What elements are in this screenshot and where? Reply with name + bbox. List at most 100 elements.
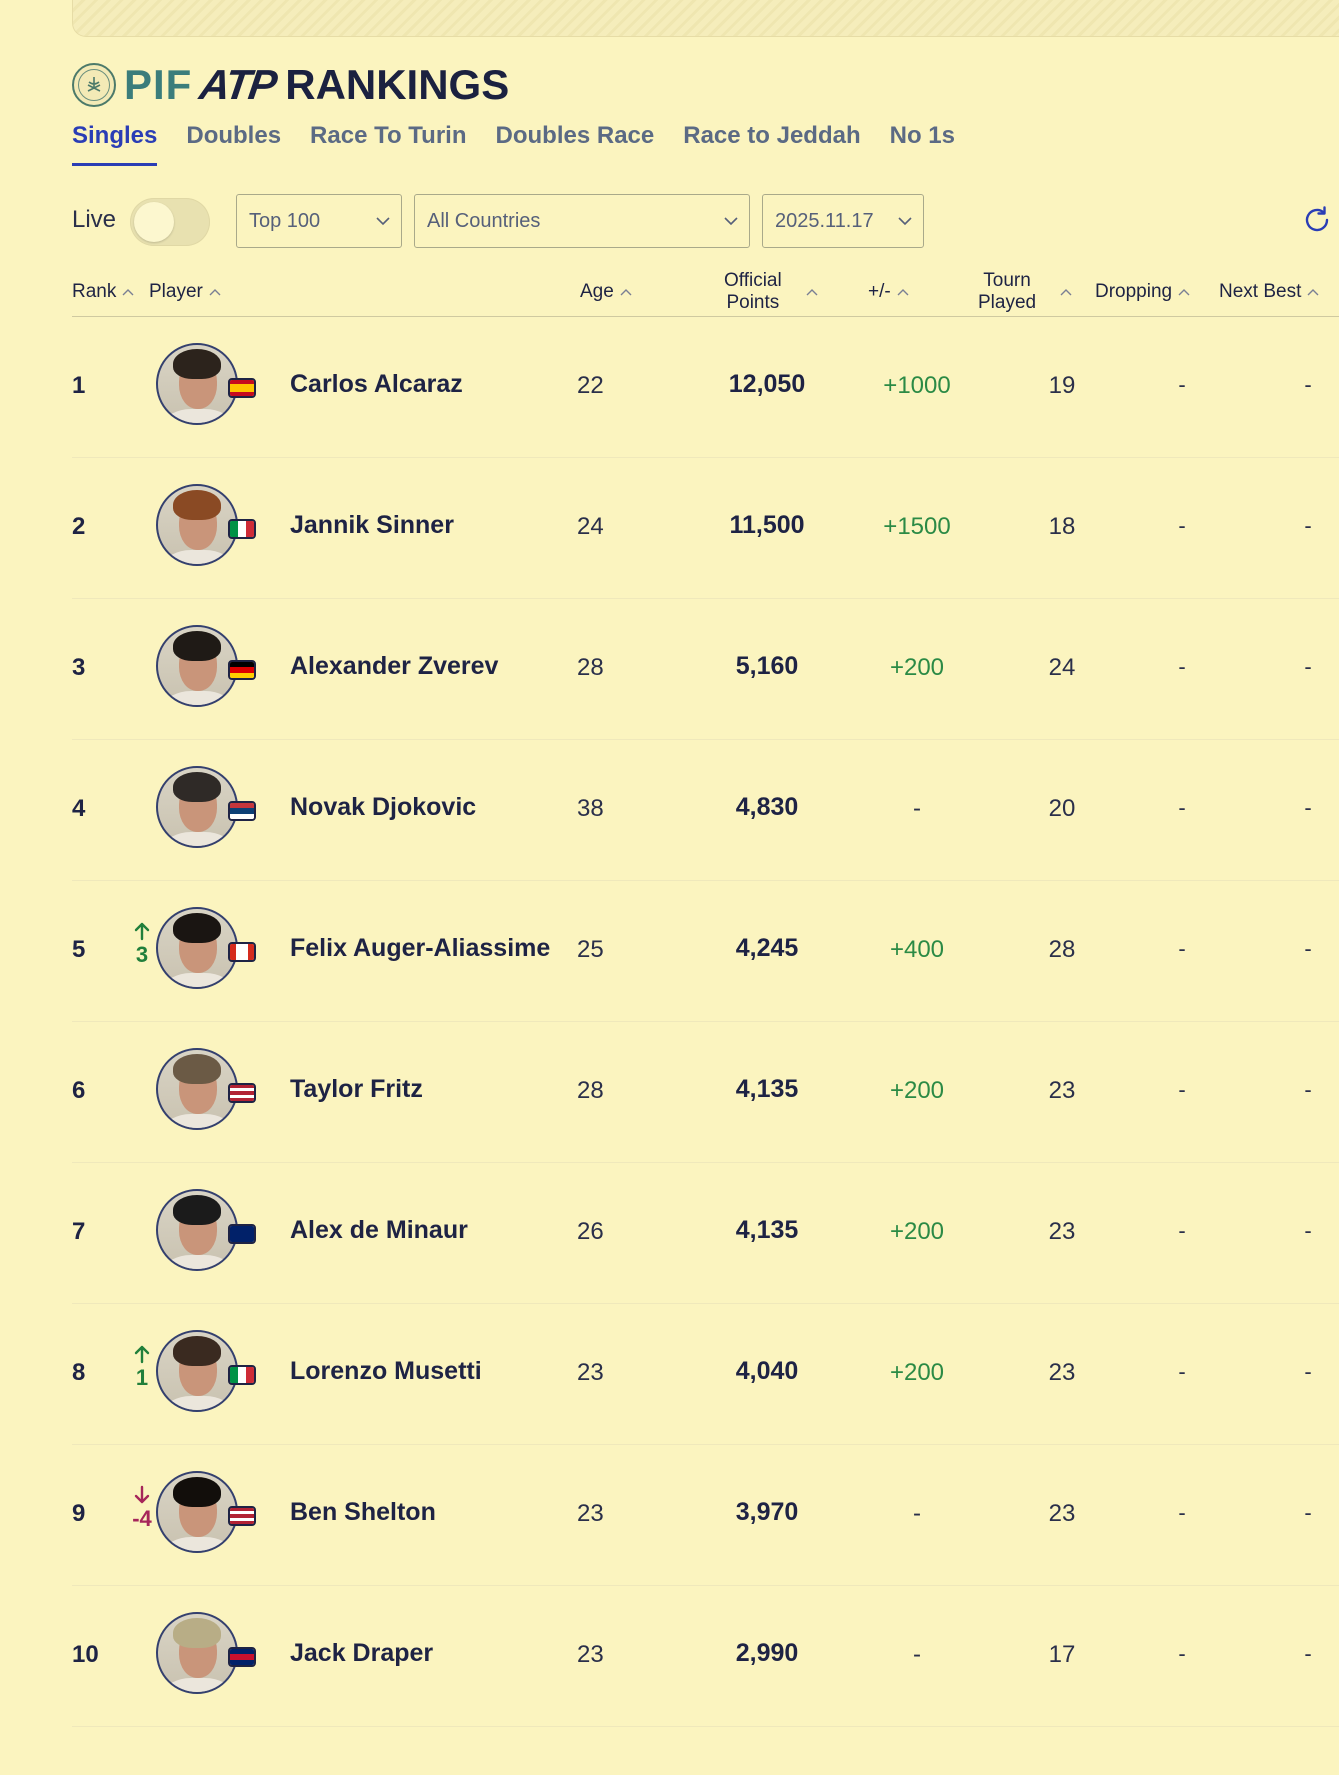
column-header-age[interactable]: Age xyxy=(580,268,632,316)
rank-number: 3 xyxy=(72,654,86,681)
player-name-link[interactable]: Felix Auger-Aliassime xyxy=(290,934,550,963)
player-age: 23 xyxy=(577,1500,604,1527)
tab-no-1s[interactable]: No 1s xyxy=(890,122,955,166)
official-points: 4,135 xyxy=(735,1075,799,1103)
rank-movement: 1 xyxy=(128,1344,156,1390)
arrow-up-icon xyxy=(134,1345,150,1364)
avatar-hair xyxy=(173,349,221,379)
avatar-hair xyxy=(173,1618,221,1648)
table-row[interactable]: 2 Jannik Sinner 24 11,500 +1500 18 - - xyxy=(72,458,1339,599)
player-name-link[interactable]: Ben Shelton xyxy=(290,1498,436,1527)
player-name-link[interactable]: Jack Draper xyxy=(290,1639,433,1668)
live-toggle[interactable] xyxy=(130,198,210,246)
rankings-table-body: 1 Carlos Alcaraz 22 12,050 +1000 19 - - … xyxy=(72,317,1339,1727)
country-flag-icon xyxy=(228,660,256,680)
rank-movement-value: -4 xyxy=(132,1506,152,1531)
top-banner-strip xyxy=(72,0,1339,37)
tab-race-to-turin[interactable]: Race To Turin xyxy=(310,122,466,166)
avatar-hair xyxy=(173,1195,221,1225)
avatar-hair xyxy=(173,1336,221,1366)
next-best-points: - xyxy=(1304,654,1312,679)
avatar-hair xyxy=(173,1054,221,1084)
player-age: 28 xyxy=(577,1077,604,1104)
rank-number: 1 xyxy=(72,372,86,399)
player-name-link[interactable]: Taylor Fritz xyxy=(290,1075,423,1104)
points-plus-minus: +400 xyxy=(889,936,945,963)
table-row[interactable]: 3 Alexander Zverev 28 5,160 +200 24 - - xyxy=(72,599,1339,740)
rank-number: 9 xyxy=(72,1500,86,1527)
official-points: 2,990 xyxy=(735,1639,799,1667)
player-name-link[interactable]: Novak Djokovic xyxy=(290,793,476,822)
tournaments-played: 23 xyxy=(1048,1218,1076,1245)
sort-caret-icon xyxy=(806,289,818,296)
country-flag-icon xyxy=(228,1647,256,1667)
column-header-next-best[interactable]: Next Best xyxy=(1219,268,1319,316)
player-avatar[interactable] xyxy=(156,484,238,566)
country-select[interactable]: All Countries xyxy=(414,194,750,248)
dropping-points: - xyxy=(1178,936,1186,961)
avatar-body xyxy=(164,1396,232,1410)
country-flag-icon xyxy=(228,1083,256,1103)
refresh-icon[interactable] xyxy=(1301,204,1333,236)
player-avatar[interactable] xyxy=(156,1048,238,1130)
table-row[interactable]: 8 1 Lorenzo Musetti 23 4,040 +200 23 - - xyxy=(72,1304,1339,1445)
table-row[interactable]: 10 Jack Draper 23 2,990 - 17 - - xyxy=(72,1586,1339,1727)
table-row[interactable]: 1 Carlos Alcaraz 22 12,050 +1000 19 - - xyxy=(72,317,1339,458)
date-select[interactable]: 2025.11.17 xyxy=(762,194,924,248)
player-avatar[interactable] xyxy=(156,766,238,848)
player-avatar[interactable] xyxy=(156,625,238,707)
column-header-tourn-played[interactable]: Tourn Played xyxy=(978,268,1072,316)
next-best-points: - xyxy=(1304,1359,1312,1384)
column-header-plus-minus[interactable]: +/- xyxy=(868,268,909,316)
player-avatar[interactable] xyxy=(156,907,238,989)
player-avatar[interactable] xyxy=(156,1330,238,1412)
next-best-points: - xyxy=(1304,1218,1312,1243)
avatar-body xyxy=(164,832,232,846)
player-name-link[interactable]: Alexander Zverev xyxy=(290,652,498,681)
chevron-down-icon xyxy=(376,217,390,226)
rank-number: 5 xyxy=(72,936,86,963)
player-avatar[interactable] xyxy=(156,343,238,425)
tab-singles[interactable]: Singles xyxy=(72,122,158,166)
dropping-points: - xyxy=(1178,1359,1186,1384)
country-flag-icon xyxy=(228,1506,256,1526)
points-plus-minus: +200 xyxy=(889,1359,945,1386)
column-header-official-points[interactable]: Official Points xyxy=(724,268,818,316)
country-flag-icon xyxy=(228,1365,256,1385)
column-label: Rank xyxy=(72,281,117,302)
player-name-link[interactable]: Alex de Minaur xyxy=(290,1216,468,1245)
column-header-rank[interactable]: Rank xyxy=(72,268,134,316)
player-name-link[interactable]: Lorenzo Musetti xyxy=(290,1357,482,1386)
table-row[interactable]: 4 Novak Djokovic 38 4,830 - 20 - - xyxy=(72,740,1339,881)
points-plus-minus: - xyxy=(913,795,921,822)
column-header-player[interactable]: Player xyxy=(149,268,221,316)
country-flag-icon xyxy=(228,378,256,398)
chevron-down-icon xyxy=(724,217,738,226)
player-name-link[interactable]: Jannik Sinner xyxy=(290,511,454,540)
table-row[interactable]: 5 3 Felix Auger-Aliassime 25 4,245 +400 … xyxy=(72,881,1339,1022)
points-plus-minus: - xyxy=(913,1500,921,1527)
player-name-link[interactable]: Carlos Alcaraz xyxy=(290,370,463,399)
table-row[interactable]: 9 -4 Ben Shelton 23 3,970 - 23 - - xyxy=(72,1445,1339,1586)
player-age: 25 xyxy=(577,936,604,963)
table-row[interactable]: 6 Taylor Fritz 28 4,135 +200 23 - - xyxy=(72,1022,1339,1163)
sort-caret-icon xyxy=(620,289,632,296)
column-header-dropping[interactable]: Dropping xyxy=(1095,268,1190,316)
tab-doubles[interactable]: Doubles xyxy=(186,122,281,166)
table-row[interactable]: 7 Alex de Minaur 26 4,135 +200 23 - - xyxy=(72,1163,1339,1304)
points-plus-minus: - xyxy=(913,1641,921,1668)
ranking-tabs: Singles Doubles Race To Turin Doubles Ra… xyxy=(72,122,984,166)
player-avatar[interactable] xyxy=(156,1471,238,1553)
tab-doubles-race[interactable]: Doubles Race xyxy=(496,122,655,166)
player-age: 38 xyxy=(577,795,604,822)
range-select[interactable]: Top 100 xyxy=(236,194,402,248)
tab-race-to-jeddah[interactable]: Race to Jeddah xyxy=(683,122,860,166)
points-plus-minus: +1500 xyxy=(883,513,951,540)
player-avatar[interactable] xyxy=(156,1612,238,1694)
arrow-up-icon xyxy=(134,922,150,941)
player-age: 23 xyxy=(577,1359,604,1386)
player-avatar[interactable] xyxy=(156,1189,238,1271)
rank-number: 10 xyxy=(72,1641,99,1668)
tournaments-played: 23 xyxy=(1048,1500,1076,1527)
column-label: Dropping xyxy=(1095,281,1173,302)
